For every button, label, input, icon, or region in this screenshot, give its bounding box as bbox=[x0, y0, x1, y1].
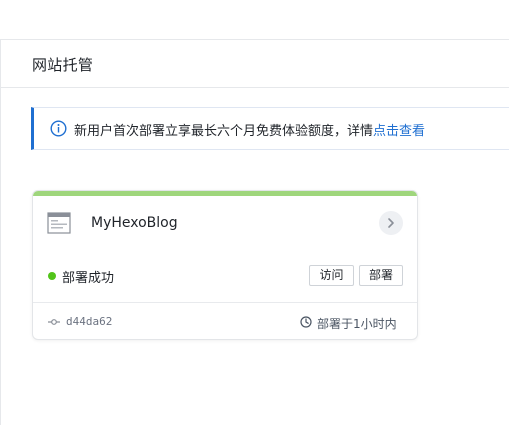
page-header: 网站托管 bbox=[1, 40, 509, 88]
card-divider bbox=[33, 302, 417, 303]
status-topbar bbox=[33, 191, 417, 196]
promo-notice: 新用户首次部署立享最长六个月免费体验额度，详情点击查看 bbox=[31, 107, 509, 150]
page-title: 网站托管 bbox=[32, 56, 94, 74]
deploy-status: 部署成功 bbox=[62, 271, 115, 286]
notice-message: 新用户首次部署立享最长六个月免费体验额度，详情 bbox=[74, 124, 374, 139]
notice-link[interactable]: 点击查看 bbox=[373, 124, 425, 139]
git-commit-icon bbox=[48, 319, 60, 325]
notice-text: 新用户首次部署立享最长六个月免费体验额度，详情点击查看 bbox=[74, 120, 425, 139]
site-detail-button[interactable] bbox=[379, 211, 403, 235]
commit-hash: d44da62 bbox=[66, 315, 113, 328]
clock-icon bbox=[300, 316, 312, 328]
site-name[interactable]: MyHexoBlog bbox=[91, 215, 178, 231]
left-border bbox=[0, 40, 1, 425]
status-dot bbox=[48, 272, 56, 280]
visit-button[interactable]: 访问 bbox=[309, 265, 354, 286]
chevron-right-icon bbox=[388, 218, 394, 228]
deploy-time: 部署于1小时内 bbox=[317, 317, 397, 331]
info-icon bbox=[50, 120, 67, 137]
browser-window-icon bbox=[47, 212, 71, 234]
deploy-button[interactable]: 部署 bbox=[359, 265, 403, 286]
site-card[interactable]: MyHexoBlog 部署成功 访问 部署 d44da62 部署于1小时内 bbox=[32, 190, 418, 340]
